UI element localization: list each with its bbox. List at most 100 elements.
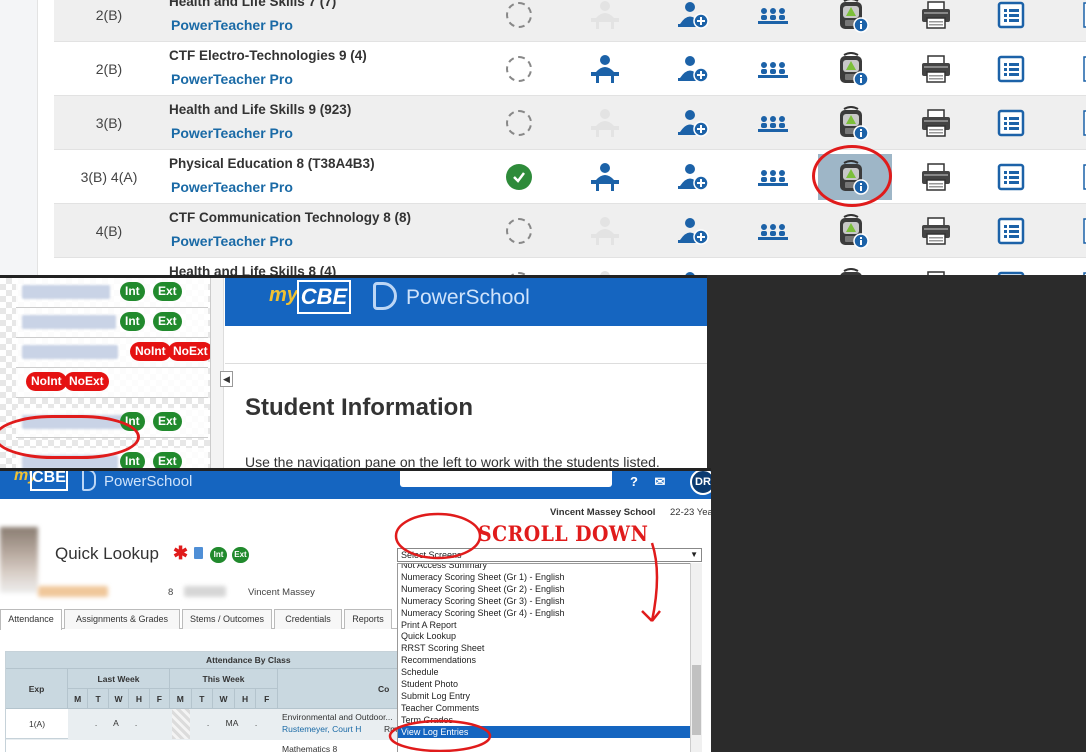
class-name: CTF Electro-Technologies 9 (4) — [169, 48, 367, 63]
powerteacher-pro-link[interactable]: PowerTeacher Pro — [171, 17, 293, 33]
class-group-button[interactable] — [753, 51, 793, 87]
backpack-info-button[interactable] — [832, 213, 872, 249]
student-list-item[interactable]: Int Ext — [16, 278, 208, 308]
document-icon[interactable] — [194, 547, 203, 559]
tab-stems-outcomes[interactable]: Stems / Outcomes — [182, 609, 272, 629]
tab-credentials[interactable]: Credentials — [274, 609, 342, 629]
powerschool-header: my CBE PowerSchool — [225, 278, 707, 326]
add-student-icon — [678, 110, 709, 137]
add-student-icon — [678, 56, 709, 83]
attendance-button[interactable] — [499, 213, 539, 249]
list-button[interactable] — [991, 0, 1031, 33]
powerteacher-pro-link[interactable]: PowerTeacher Pro — [171, 233, 293, 249]
attendance-button[interactable] — [499, 51, 539, 87]
powerteacher-pro-link[interactable]: PowerTeacher Pro — [171, 125, 293, 141]
add-student-button[interactable] — [673, 105, 713, 141]
add-student-button[interactable] — [673, 51, 713, 87]
class-group-button[interactable] — [753, 159, 793, 195]
seating-chart-button[interactable] — [585, 51, 625, 87]
tab-reports[interactable]: Reports — [344, 609, 392, 629]
backpack-info-button[interactable] — [832, 267, 872, 275]
row-course[interactable]: Environmental and Outdoor... — [282, 712, 393, 722]
mail-icon[interactable]: ✉ — [652, 474, 668, 490]
report-icon — [1083, 110, 1086, 136]
attendance-grid: Attendance By Class Exp Last Week This W… — [5, 651, 401, 752]
seating-chart-button[interactable] — [585, 159, 625, 195]
tab-assignments-grades[interactable]: Assignments & Grades — [64, 609, 180, 629]
empty-dark-area — [711, 468, 1086, 752]
list-button[interactable] — [991, 213, 1031, 249]
class-expression — [54, 258, 164, 275]
powerteacher-pro-link[interactable]: PowerTeacher Pro — [171, 71, 293, 87]
attendance-mark: . — [94, 718, 98, 728]
report-button[interactable] — [1069, 159, 1086, 195]
col-this-week: This Week — [170, 669, 278, 689]
dropdown-scrollbar[interactable] — [690, 563, 702, 752]
report-button[interactable] — [1069, 213, 1086, 249]
attendance-mark: . — [206, 718, 210, 728]
attendance-button[interactable] — [499, 267, 539, 275]
day-header: H — [234, 689, 257, 709]
list-button[interactable] — [991, 51, 1031, 87]
print-button[interactable] — [916, 105, 956, 141]
print-button[interactable] — [916, 159, 956, 195]
row-2 — [6, 740, 400, 752]
add-student-button[interactable] — [673, 159, 713, 195]
day-header: H — [129, 689, 150, 709]
add-student-button[interactable] — [673, 0, 713, 33]
search-input[interactable] — [400, 471, 612, 487]
report-icon — [1083, 164, 1086, 190]
seating-chart-icon — [591, 163, 619, 191]
class-group-button[interactable] — [753, 105, 793, 141]
scrollbar-thumb[interactable] — [692, 665, 701, 735]
report-button[interactable] — [1069, 0, 1086, 33]
list-button[interactable] — [991, 267, 1031, 275]
user-avatar[interactable]: DR — [690, 471, 711, 495]
student-list-item[interactable]: Int Ext — [16, 308, 208, 338]
student-list-item[interactable]: NoInt NoExt — [16, 368, 208, 398]
medical-alert-icon[interactable]: ✱ — [173, 543, 188, 564]
report-button[interactable] — [1069, 51, 1086, 87]
row2-course[interactable]: Mathematics 8 — [282, 744, 337, 752]
attendance-button[interactable] — [499, 159, 539, 195]
powerschool-topbar: my CBE PowerSchool ? ✉ DR — [0, 471, 711, 499]
backpack-info-button[interactable] — [832, 51, 872, 87]
backpack-info-icon — [840, 0, 869, 33]
class-name: Health and Life Skills 8 (4) — [169, 264, 337, 275]
print-button[interactable] — [916, 267, 956, 275]
list-button[interactable] — [991, 105, 1031, 141]
backpack-info-button[interactable] — [832, 105, 872, 141]
row-teacher[interactable]: Rustemeyer, Court H — [282, 724, 361, 734]
grid-title: Attendance By Class — [6, 652, 400, 669]
consent-badge: NoInt — [26, 372, 67, 391]
report-button[interactable] — [1069, 267, 1086, 275]
powerteacher-pro-link[interactable]: PowerTeacher Pro — [171, 179, 293, 195]
backpack-info-button[interactable] — [832, 0, 872, 33]
help-icon[interactable]: ? — [626, 474, 642, 490]
seating-chart-button — [585, 213, 625, 249]
backpack-info-icon — [840, 106, 869, 141]
tab-attendance[interactable]: Attendance — [0, 609, 62, 630]
print-button[interactable] — [916, 51, 956, 87]
list-button[interactable] — [991, 159, 1031, 195]
class-group-icon — [758, 116, 788, 132]
report-icon — [1083, 218, 1086, 244]
print-button[interactable] — [916, 213, 956, 249]
report-button[interactable] — [1069, 105, 1086, 141]
row-exp: 1(A) — [6, 709, 68, 739]
lookup-tabs: Attendance Assignments & Grades Stems / Ou… — [0, 609, 400, 630]
add-student-button[interactable] — [673, 267, 713, 275]
attendance-button[interactable] — [499, 105, 539, 141]
class-group-button[interactable] — [753, 213, 793, 249]
collapse-pane-button[interactable]: ◀ — [220, 371, 233, 387]
class-group-button[interactable] — [753, 267, 793, 275]
int-badge: Int — [210, 547, 227, 563]
add-student-button[interactable] — [673, 213, 713, 249]
attendance-button[interactable] — [499, 0, 539, 33]
list-icon — [997, 1, 1025, 29]
class-group-button[interactable] — [753, 0, 793, 33]
student-list-item[interactable]: NoInt NoExt — [16, 338, 213, 368]
print-button[interactable] — [916, 0, 956, 33]
day-header: T — [191, 689, 214, 709]
seating-chart-button — [585, 267, 625, 275]
